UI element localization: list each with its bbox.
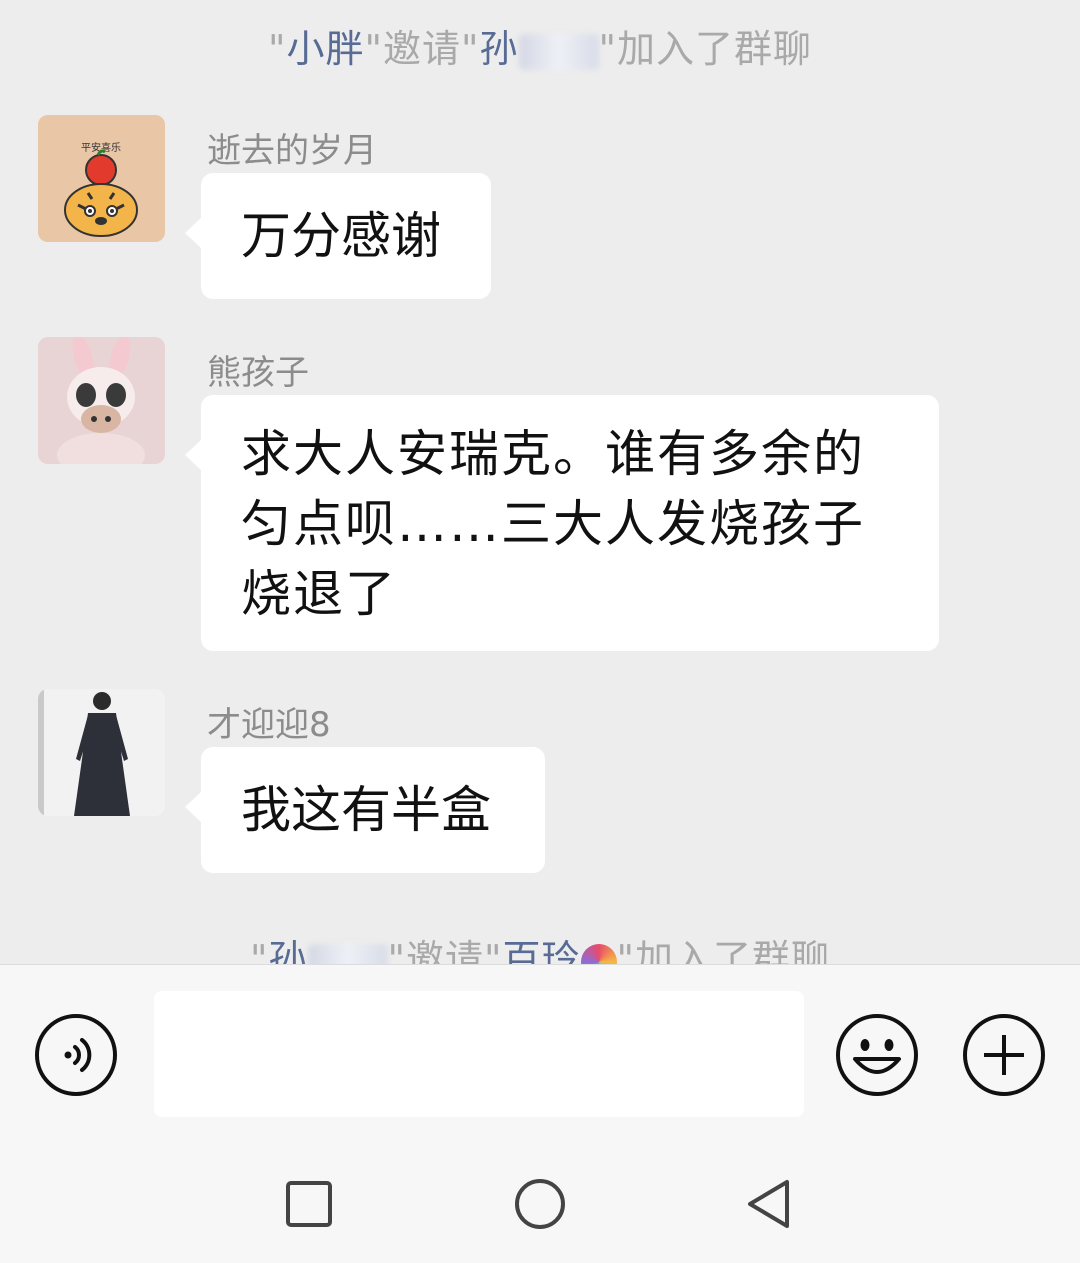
avatar[interactable]: 平安喜乐 (38, 115, 165, 242)
system-invitee-name[interactable]: 孙 (479, 27, 518, 71)
message-text-line: 求大人安瑞克。谁有多余的 (241, 425, 865, 483)
system-quote: " (250, 937, 269, 964)
system-invite-text: "邀请" (364, 27, 480, 71)
sender-name: 熊孩子 (207, 353, 309, 393)
system-invite-text: "邀请" (387, 937, 503, 964)
sender-name: 逝去的岁月 (207, 131, 377, 171)
message-text-line: 烧退了 (241, 565, 397, 623)
chat-area[interactable]: "小胖"邀请"孙 "加入了群聊 平安喜乐 逝去的岁月 万分感谢 熊孩子 求大人安… (0, 0, 1080, 964)
system-join-text: "加入了群聊 (616, 937, 830, 964)
avatar[interactable] (38, 689, 165, 816)
system-invitee-name[interactable]: 百玲 (502, 937, 580, 964)
message-bubble[interactable]: 我这有半盒 (185, 747, 545, 873)
message-bubble[interactable]: 求大人安瑞克。谁有多余的 匀点呗……三大人发烧孩子 烧退了 (185, 395, 939, 651)
message-input[interactable] (154, 991, 804, 1117)
voice-button[interactable] (34, 1013, 118, 1097)
bunny-doll-avatar (38, 337, 165, 464)
tiger-sticker-avatar: 平安喜乐 (38, 115, 165, 242)
back-button[interactable] (740, 1174, 800, 1234)
message-text: 万分感谢 (241, 207, 441, 265)
more-button[interactable] (962, 1013, 1046, 1097)
lollipop-emoji-icon (580, 943, 617, 964)
recents-button[interactable] (279, 1174, 339, 1234)
system-inviter-name[interactable]: 小胖 (287, 27, 365, 71)
system-message-join: "小胖"邀请"孙 "加入了群聊 (0, 18, 1080, 73)
input-bar (0, 964, 1080, 1145)
sender-name: 才迎迎8 (207, 705, 331, 745)
system-join-text: "加入了群聊 (598, 27, 812, 71)
system-message-join: "孙 "邀请"百玲 "加入了群聊 (0, 928, 1080, 964)
triangle-back-icon (748, 1180, 789, 1228)
avatar[interactable] (38, 337, 165, 464)
navigation-bar (0, 1144, 1080, 1263)
emoji-button[interactable] (835, 1013, 919, 1097)
message-text-line: 匀点呗……三大人发烧孩子 (241, 495, 865, 553)
message-text: 我这有半盒 (241, 781, 491, 839)
redacted-name-blur (307, 943, 388, 964)
voice-icon (35, 1014, 117, 1096)
system-quote: " (268, 27, 287, 71)
plus-icon (963, 1014, 1045, 1096)
square-icon (286, 1181, 332, 1227)
circle-icon (515, 1179, 565, 1229)
emoji-icon (836, 1014, 918, 1096)
redacted-name-blur (518, 33, 599, 70)
system-inviter-name[interactable]: 孙 (269, 937, 308, 964)
home-button[interactable] (510, 1174, 570, 1234)
message-bubble[interactable]: 万分感谢 (185, 173, 491, 299)
person-photo-avatar (38, 689, 165, 816)
